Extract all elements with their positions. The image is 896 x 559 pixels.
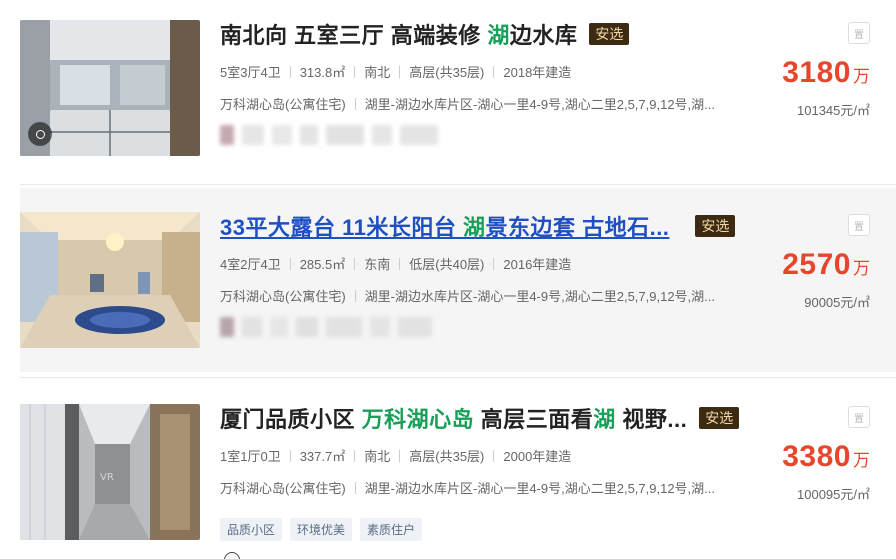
report-icon[interactable]: 置: [848, 214, 870, 236]
unit-price: 90005元/㎡: [804, 295, 870, 310]
tag: 环境优美: [290, 518, 353, 541]
report-icon[interactable]: 置: [848, 406, 870, 428]
listing-photo[interactable]: VR: [20, 404, 200, 540]
tag-list: 品质小区 环境优美 素质住户: [220, 518, 430, 541]
vr-icon: [28, 122, 52, 146]
divider: [20, 377, 896, 378]
tag: 品质小区: [220, 518, 283, 541]
listing-photo[interactable]: [20, 20, 200, 156]
tag: 素质住户: [360, 518, 423, 541]
address-info: 万科湖心岛(公寓住宅) 湖里-湖边水库片区-湖心一里4-9号,湖心二里2,5,7…: [220, 286, 760, 305]
total-price: 3180 万: [782, 56, 870, 89]
community-link[interactable]: 万科湖心岛(公寓住宅): [220, 94, 346, 113]
unit-price: 101345元/㎡: [797, 103, 870, 118]
total-price: 3380 万: [782, 440, 870, 473]
community-link[interactable]: 万科湖心岛(公寓住宅): [220, 286, 346, 305]
listing-card[interactable]: 南北向 五室三厅 高端装修 湖边水库 安选 5室3厅4卫 313.8㎡ 南北 高…: [20, 0, 896, 180]
listing-title[interactable]: 南北向 五室三厅 高端装修 湖边水库: [220, 18, 577, 50]
address-info: 万科湖心岛(公寓住宅) 湖里-湖边水库片区-湖心一里4-9号,湖心二里2,5,7…: [220, 478, 760, 497]
address-text: 湖里-湖边水库片区-湖心一里4-9号,湖心二里2,5,7,9,12号,湖...: [364, 97, 716, 112]
total-price: 2570 万: [782, 248, 870, 281]
address-text: 湖里-湖边水库片区-湖心一里4-9号,湖心二里2,5,7,9,12号,湖...: [364, 289, 716, 304]
svg-text:VR: VR: [100, 472, 114, 483]
anxuan-badge: 安选: [589, 23, 630, 45]
address-info: 万科湖心岛(公寓住宅) 湖里-湖边水库片区-湖心一里4-9号,湖心二里2,5,7…: [220, 94, 760, 113]
agent-info-blurred: [220, 125, 446, 145]
anxuan-badge: 安选: [699, 407, 740, 429]
house-info: 4室2厅4卫 285.5㎡ 东南 低层(共40层) 2016年建造: [220, 257, 572, 272]
address-text: 湖里-湖边水库片区-湖心一里4-9号,湖心二里2,5,7,9,12号,湖...: [364, 481, 716, 496]
anxuan-badge: 安选: [695, 215, 736, 237]
listing-card[interactable]: 33平大露台 11米长阳台 湖景东边套 古地石... 安选 4室2厅4卫 285…: [20, 188, 896, 372]
divider: [20, 184, 896, 185]
report-icon[interactable]: 置: [848, 22, 870, 44]
agent-info-blurred: [220, 317, 440, 337]
unit-price: 100095元/㎡: [797, 487, 870, 502]
listing-photo[interactable]: [20, 212, 200, 348]
listing-title[interactable]: 厦门品质小区 万科湖心岛 高层三面看湖 视野...: [220, 402, 687, 434]
house-info: 1室1厅0卫 337.7㎡ 南北 高层(共35层) 2000年建造: [220, 449, 572, 464]
community-link[interactable]: 万科湖心岛(公寓住宅): [220, 478, 346, 497]
listing-title[interactable]: 33平大露台 11米长阳台 湖景东边套 古地石...: [220, 210, 669, 242]
house-info: 5室3厅4卫 313.8㎡ 南北 高层(共35层) 2018年建造: [220, 65, 572, 80]
listing-card[interactable]: VR 厦门品质小区 万科湖心岛 高层三面看湖 视野... 安选 1室1厅0卫 3…: [20, 380, 896, 559]
